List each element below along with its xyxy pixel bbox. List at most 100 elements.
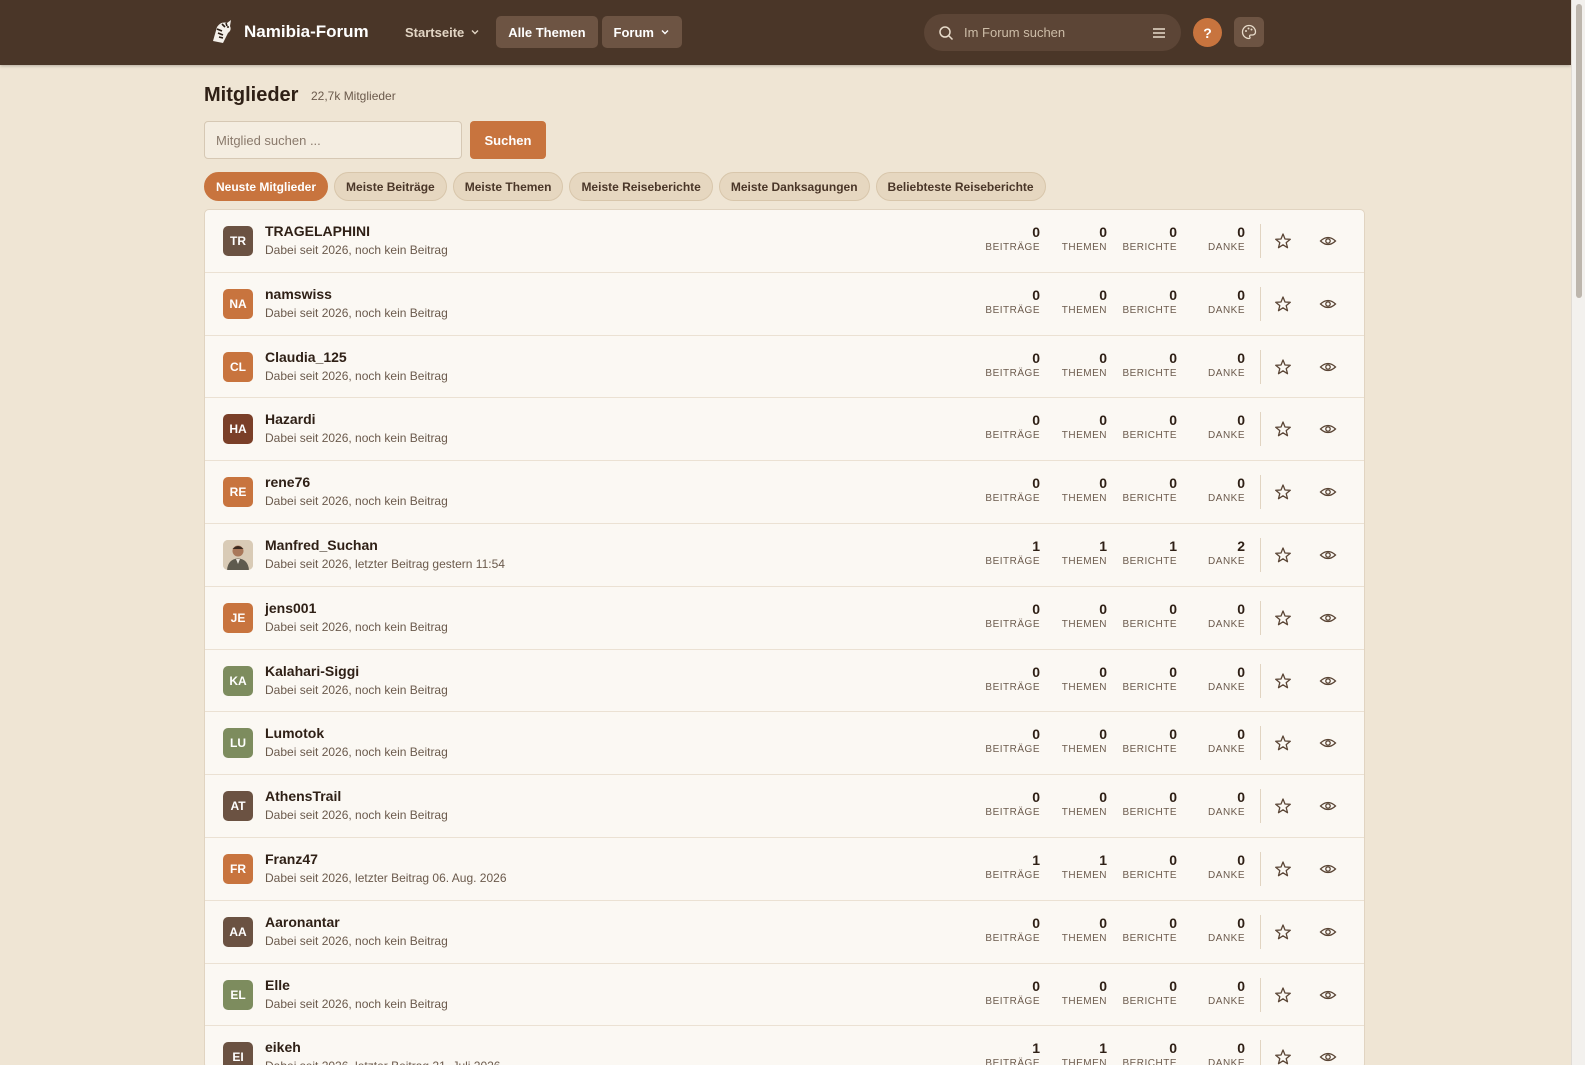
member-subtitle: Dabei seit 2026, noch kein Beitrag [265,368,448,383]
member-name[interactable]: TRAGELAPHINI [265,223,370,239]
member-row[interactable]: AT AthensTrail Dabei seit 2026, noch kein … [205,775,1364,838]
avatar[interactable]: HA [223,414,253,445]
star-icon[interactable] [1273,419,1293,439]
stat-posts-value: 0 [1032,663,1040,680]
stat-topics: 0 THEMEN [1037,412,1107,442]
nav-alle-themen[interactable]: Alle Themen [496,16,598,48]
member-name[interactable]: Lumotok [265,725,324,741]
eye-icon[interactable] [1318,671,1338,691]
avatar[interactable] [223,539,253,570]
member-row[interactable]: TR TRAGELAPHINI Dabei seit 2026, noch kein… [205,210,1364,273]
avatar[interactable]: AA [223,916,253,947]
menu-lines-icon[interactable] [1151,25,1167,41]
eye-icon[interactable] [1318,859,1338,879]
stat-topics-label: THEMEN [1061,618,1107,630]
forum-search-input[interactable] [964,25,1134,40]
eye-icon[interactable] [1318,985,1338,1005]
avatar[interactable]: AT [223,791,253,822]
avatar[interactable]: EI [223,1042,253,1065]
member-row[interactable]: FR Franz47 Dabei seit 2026, letzter Beitra… [205,838,1364,901]
eye-icon[interactable] [1318,231,1338,251]
member-name[interactable]: eikeh [265,1039,301,1055]
member-name[interactable]: Elle [265,977,290,993]
help-button[interactable]: ? [1193,18,1222,47]
member-subtitle: Dabei seit 2026, noch kein Beitrag [265,305,448,320]
filter-neuste-mitglieder[interactable]: Neuste Mitglieder [204,172,329,201]
eye-icon[interactable] [1318,419,1338,439]
member-row[interactable]: LU Lumotok Dabei seit 2026, noch kein Beit… [205,712,1364,776]
eye-icon[interactable] [1318,733,1338,753]
member-name[interactable]: Franz47 [265,851,318,867]
member-row[interactable]: CL Claudia_125 Dabei seit 2026, noch kein … [205,336,1364,399]
member-row[interactable]: NA namswiss Dabei seit 2026, noch kein Bei… [205,273,1364,336]
member-row[interactable]: EI eikeh Dabei seit 2026, letzter Beitrag … [205,1026,1364,1065]
stat-posts: 0 BEITRÄGE [970,287,1040,317]
filter-meiste-beitraege[interactable]: Meiste Beiträge [334,172,447,201]
member-row[interactable]: RE rene76 Dabei seit 2026, noch kein Beitr… [205,461,1364,524]
star-icon[interactable] [1273,294,1293,314]
star-icon[interactable] [1273,922,1293,942]
member-row[interactable]: EL Elle Dabei seit 2026, noch kein Beitrag… [205,964,1364,1027]
eye-icon[interactable] [1318,922,1338,942]
filter-meiste-danksagungen[interactable]: Meiste Danksagungen [718,172,870,201]
star-icon[interactable] [1273,671,1293,691]
eye-icon[interactable] [1318,796,1338,816]
filter-meiste-reiseberichte[interactable]: Meiste Reiseberichte [569,172,713,201]
avatar[interactable]: FR [223,853,253,884]
eye-icon[interactable] [1318,1047,1338,1065]
avatar[interactable]: KA [223,665,253,696]
star-icon[interactable] [1273,231,1293,251]
member-name[interactable]: Manfred_Suchan [265,537,378,553]
site-brand[interactable]: Namibia-Forum [206,16,369,48]
star-icon[interactable] [1273,608,1293,628]
member-search-input[interactable] [204,121,462,159]
avatar[interactable]: NA [223,288,253,319]
member-name[interactable]: Claudia_125 [265,349,347,365]
member-name[interactable]: Hazardi [265,411,316,427]
member-row[interactable]: JE jens001 Dabei seit 2026, noch kein Beit… [205,587,1364,650]
star-icon[interactable] [1273,859,1293,879]
avatar[interactable]: EL [223,979,253,1010]
member-name[interactable]: rene76 [265,474,310,490]
star-icon[interactable] [1273,985,1293,1005]
member-row[interactable]: Manfred_Suchan Dabei seit 2026, letzter B… [205,524,1364,587]
filter-meiste-themen[interactable]: Meiste Themen [452,172,564,201]
member-row[interactable]: HA Hazardi Dabei seit 2026, noch kein Beit… [205,398,1364,462]
page-scrollbar[interactable] [1571,0,1585,1065]
avatar[interactable]: CL [223,351,253,382]
row-divider [1260,977,1261,1012]
member-name[interactable]: Aaronantar [265,914,340,930]
stat-topics: 0 THEMEN [1037,915,1107,945]
eye-icon[interactable] [1318,608,1338,628]
eye-icon[interactable] [1318,482,1338,502]
member-name[interactable]: AthensTrail [265,788,341,804]
member-search-button[interactable]: Suchen [470,121,546,159]
eye-icon[interactable] [1318,294,1338,314]
stat-topics: 0 THEMEN [1037,789,1107,819]
star-icon[interactable] [1273,482,1293,502]
avatar[interactable]: TR [223,226,253,256]
member-row[interactable]: AA Aaronantar Dabei seit 2026, noch kein B… [205,901,1364,964]
palette-button[interactable] [1234,17,1264,47]
stat-thanks-label: DANKE [1208,807,1245,819]
member-name[interactable]: namswiss [265,286,332,302]
member-name[interactable]: jens001 [265,600,316,616]
eye-icon[interactable] [1318,545,1338,565]
star-icon[interactable] [1273,545,1293,565]
filter-beliebteste-reiseberichte[interactable]: Beliebteste Reiseberichte [875,172,1046,201]
scrollbar-thumb[interactable] [1576,4,1582,298]
star-icon[interactable] [1273,796,1293,816]
stat-topics: 0 THEMEN [1037,350,1107,380]
eye-icon[interactable] [1318,357,1338,377]
star-icon[interactable] [1273,733,1293,753]
avatar[interactable]: LU [223,728,253,759]
member-row[interactable]: KA Kalahari-Siggi Dabei seit 2026, noch ke… [205,650,1364,713]
stat-posts: 1 BEITRÄGE [970,852,1040,882]
star-icon[interactable] [1273,1047,1293,1065]
avatar[interactable]: RE [223,477,253,508]
nav-forum[interactable]: Forum [601,16,682,48]
member-name[interactable]: Kalahari-Siggi [265,663,359,679]
avatar[interactable]: JE [223,602,253,633]
star-icon[interactable] [1273,357,1293,377]
nav-startseite[interactable]: Startseite [393,16,492,48]
